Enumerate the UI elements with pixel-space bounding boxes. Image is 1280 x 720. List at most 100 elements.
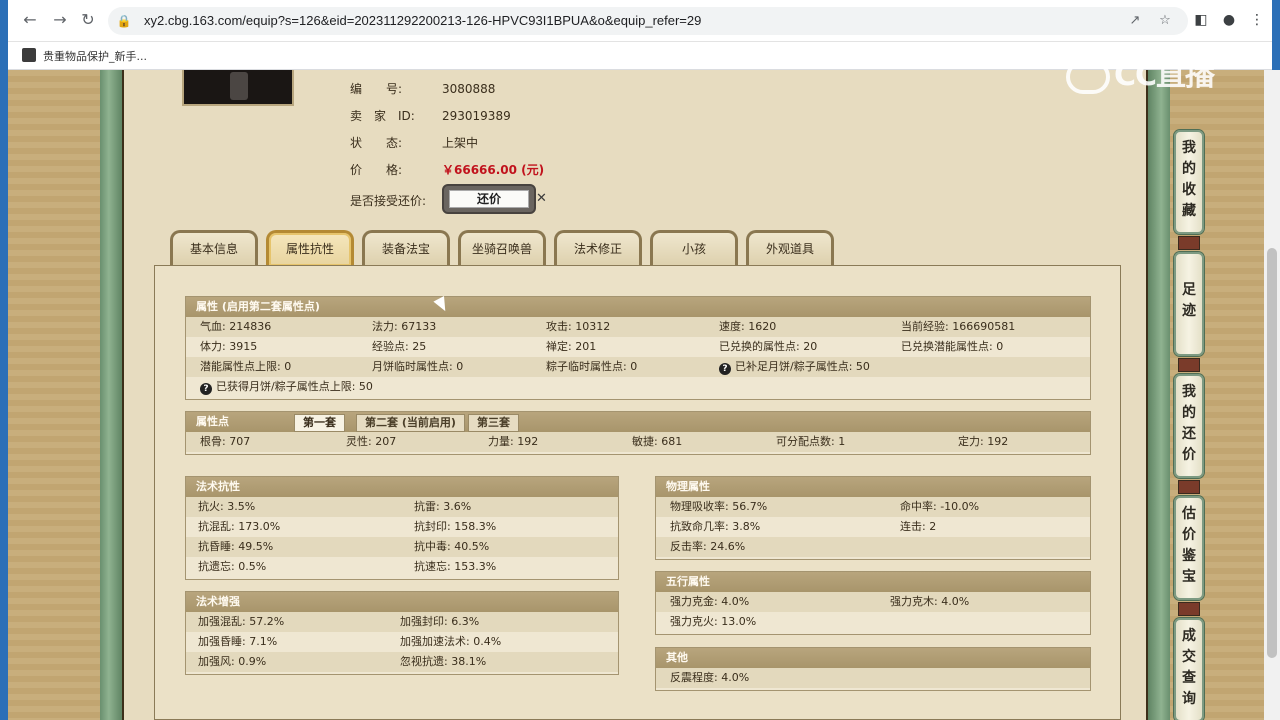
physical-row: 物理吸收率: 56.7% 命中率: -10.0%	[656, 497, 1090, 517]
help-icon[interactable]: ?	[719, 363, 731, 375]
forward-icon[interactable]: →	[50, 10, 70, 30]
star-icon[interactable]: ☆	[1156, 12, 1174, 30]
points-header: 属性点 第一套 第二套 (当前启用) 第三套	[186, 412, 1090, 432]
resist-cell: 抗封印: 158.3%	[414, 520, 497, 533]
sidebar-icon[interactable]: ◧	[1192, 11, 1210, 29]
url-text[interactable]: xy2.cbg.163.com/equip?s=126&eid=20231129…	[144, 13, 701, 28]
attributes-row: 体力: 3915 经验点: 25 禅定: 201 已兑换的属性点: 20 已兑换…	[186, 337, 1090, 357]
tab-mounts-summons[interactable]: 坐骑召唤兽	[458, 230, 546, 266]
resist-cell: 抗火: 3.5%	[198, 500, 256, 513]
resist-cell: 抗中毒: 40.5%	[414, 540, 490, 553]
seller-label: 卖 家 ID:	[350, 109, 415, 123]
attr-cell: 月饼临时属性点: 0	[372, 360, 464, 373]
haggle-button-label[interactable]: 还价	[449, 190, 529, 208]
nav-appraisal[interactable]: 估价鉴宝	[1174, 496, 1204, 600]
nav-my-haggles[interactable]: 我的还价	[1174, 374, 1204, 478]
physical-title: 物理属性	[656, 477, 1090, 497]
menu-icon[interactable]: ⋮	[1248, 11, 1266, 29]
desktop-edge-right	[1272, 0, 1280, 70]
page-scrollbar[interactable]	[1264, 70, 1280, 720]
resist-cell: 抗昏睡: 49.5%	[198, 540, 274, 553]
profile-icon[interactable]: ●	[1220, 11, 1238, 29]
subtab-set-2[interactable]: 第二套 (当前启用)	[356, 414, 465, 432]
resist-row: 抗混乱: 173.0% 抗封印: 158.3%	[186, 517, 618, 537]
resist-cell: 抗遗忘: 0.5%	[198, 560, 267, 573]
resist-title: 法术抗性	[186, 477, 618, 497]
desktop-edge-left	[0, 0, 8, 720]
physical-row: 反击率: 24.6%	[656, 537, 1090, 557]
element-cell: 强力克金: 4.0%	[670, 595, 750, 608]
nav-my-favorites[interactable]: 我的收藏	[1174, 130, 1204, 234]
nav-appraisal-label: 估价鉴宝	[1182, 506, 1196, 585]
physical-section: 物理属性 物理吸收率: 56.7% 命中率: -10.0% 抗致命几率: 3.8%…	[655, 476, 1091, 560]
left-decoration	[8, 70, 100, 720]
attr-cell: 速度: 1620	[719, 320, 777, 333]
watermark-logo-icon	[1066, 59, 1110, 94]
attr-cell: 攻击: 10312	[546, 320, 611, 333]
reload-icon[interactable]: ↻	[78, 10, 98, 30]
tab-appearance-items[interactable]: 外观道具	[746, 230, 834, 266]
nav-footprints[interactable]: 足迹	[1174, 252, 1204, 356]
stream-watermark: CC直播	[1066, 50, 1215, 94]
status-row: 状 态: 上架中	[350, 134, 478, 151]
attr-cell: 体力: 3915	[200, 340, 258, 353]
other-title: 其他	[656, 648, 1090, 668]
price-label: 价 格:	[350, 163, 403, 177]
subtab-set-3[interactable]: 第三套	[468, 414, 519, 432]
character-figure	[230, 72, 248, 100]
address-bar[interactable]: 🔒 xy2.cbg.163.com/equip?s=126&eid=202311…	[108, 7, 1188, 35]
attr-footer-text: 已获得月饼/粽子属性点上限: 50	[216, 380, 373, 393]
lock-icon[interactable]: 🔒	[116, 13, 132, 29]
element-cell: 强力克木: 4.0%	[890, 595, 970, 608]
haggle-row: 是否接受还价:	[350, 192, 426, 209]
tab-attributes-resistance[interactable]: 属性抗性	[266, 230, 354, 266]
other-row: 反震程度: 4.0%	[656, 668, 1090, 688]
help-icon[interactable]: ?	[200, 383, 212, 395]
haggle-close-icon[interactable]: ✕	[536, 191, 547, 206]
attributes-footer: ? 已获得月饼/粽子属性点上限: 50	[186, 377, 1090, 397]
attr-cell: 粽子临时属性点: 0	[546, 360, 638, 373]
resist-cell: 抗雷: 3.6%	[414, 500, 472, 513]
attributes-title: 属性 (启用第二套属性点)	[186, 297, 1090, 317]
right-border	[1148, 70, 1170, 720]
attributes-row: 气血: 214836 法力: 67133 攻击: 10312 速度: 1620 …	[186, 317, 1090, 337]
tab-basic-info[interactable]: 基本信息	[170, 230, 258, 266]
tab-children[interactable]: 小孩	[650, 230, 738, 266]
physical-cell: 命中率: -10.0%	[900, 500, 980, 513]
tab-equipment[interactable]: 装备法宝	[362, 230, 450, 266]
subtab-set-1[interactable]: 第一套	[294, 414, 345, 432]
seller-row: 卖 家 ID: 293019389	[350, 107, 511, 124]
nav-separator	[1178, 480, 1200, 494]
main-panel: 编 号: 3080888 卖 家 ID: 293019389 状 态: 上架中 价 格…	[122, 70, 1148, 720]
enhance-title: 法术增强	[186, 592, 618, 612]
share-icon[interactable]: ↗	[1126, 12, 1144, 30]
attr-cell-with-help: ? 已获得月饼/粽子属性点上限: 50	[200, 377, 373, 397]
attr-cell: 法力: 67133	[372, 320, 437, 333]
enhance-row: 加强风: 0.9% 忽视抗遗: 38.1%	[186, 652, 618, 672]
nav-transaction-query[interactable]: 成交查询	[1174, 618, 1204, 720]
nav-separator	[1178, 236, 1200, 250]
back-icon[interactable]: ←	[20, 10, 40, 30]
attr-cell-with-help: ? 已补足月饼/粽子属性点: 50	[719, 357, 870, 377]
character-portrait	[182, 70, 294, 106]
bookmark-link[interactable]: 贵重物品保护_新手...	[43, 48, 147, 64]
page-viewport: 编 号: 3080888 卖 家 ID: 293019389 状 态: 上架中 价 格…	[8, 70, 1272, 720]
point-cell: 根骨: 707	[200, 435, 251, 448]
scrollbar-thumb[interactable]	[1267, 248, 1277, 658]
tab-spell-modifiers[interactable]: 法术修正	[554, 230, 642, 266]
bookmark-icon	[22, 48, 36, 62]
attr-cell: 气血: 214836	[200, 320, 272, 333]
enhance-cell: 加强混乱: 57.2%	[198, 615, 285, 628]
enhance-row: 加强混乱: 57.2% 加强封印: 6.3%	[186, 612, 618, 632]
attr-cell: 已兑换潜能属性点: 0	[901, 340, 1004, 353]
elements-row: 强力克金: 4.0% 强力克木: 4.0%	[656, 592, 1090, 612]
haggle-button[interactable]: 还价	[442, 184, 536, 214]
points-title: 属性点	[196, 415, 229, 428]
other-section: 其他 反震程度: 4.0%	[655, 647, 1091, 691]
elements-row: 强力克火: 13.0%	[656, 612, 1090, 632]
browser-toolbar: ← → ↻ 🔒 xy2.cbg.163.com/equip?s=126&eid=…	[8, 0, 1272, 42]
enhance-cell: 忽视抗遗: 38.1%	[400, 655, 487, 668]
enhance-cell: 加强风: 0.9%	[198, 655, 267, 668]
price-row: 价 格: ￥66666.00 (元)	[350, 161, 544, 178]
physical-cell: 反击率: 24.6%	[670, 540, 746, 553]
